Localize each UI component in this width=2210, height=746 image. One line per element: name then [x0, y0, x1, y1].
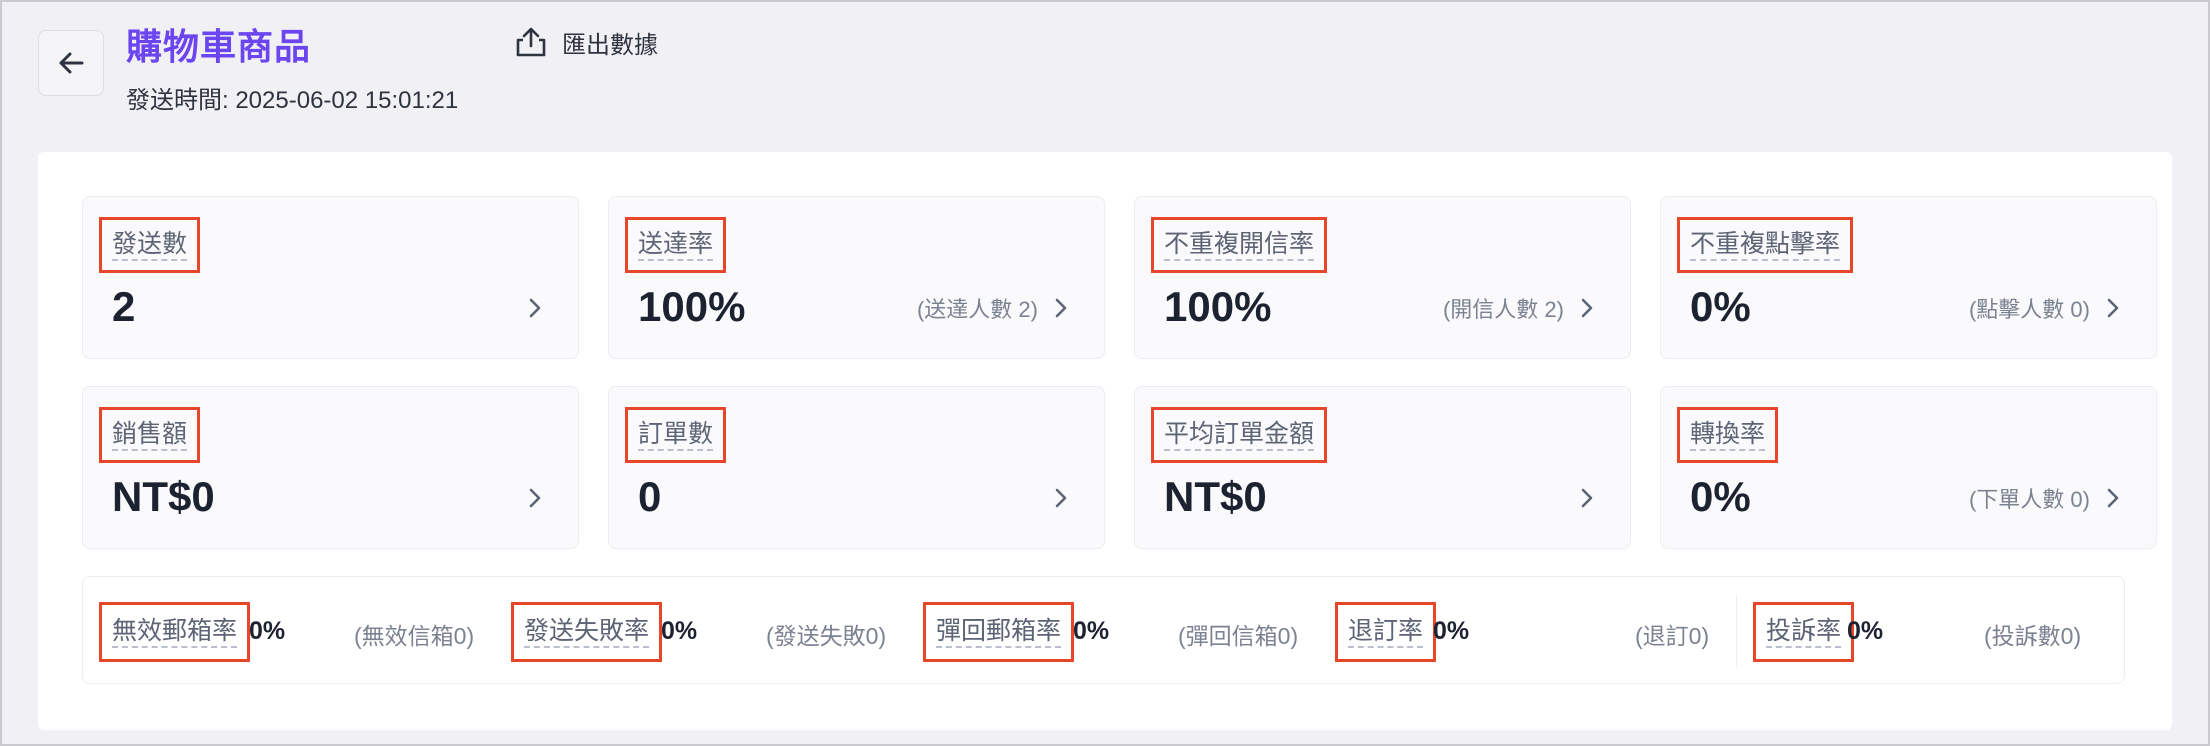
rate-sub: (退訂0)	[1635, 623, 1710, 649]
metric-value: 0%	[1690, 283, 1751, 330]
metric-value: 100%	[1164, 283, 1272, 330]
page-title: 購物車商品	[126, 26, 312, 67]
chevron-right-icon	[1581, 488, 1593, 508]
rate-sub: (投訴數0)	[1984, 623, 2082, 649]
metric-label: 訂單數	[625, 407, 727, 463]
rate-sub: (發送失敗0)	[766, 623, 887, 649]
chevron-right-icon	[1055, 298, 1067, 318]
rate-label-bounce: 彈回郵箱率	[923, 602, 1075, 662]
metric-sub: (送達人數 2)	[916, 297, 1038, 322]
page-header: 購物車商品 發送時間: 2025-06-02 15:01:21 匯出數據	[2, 2, 2208, 152]
export-data-button[interactable]: 匯出數據	[514, 24, 658, 60]
send-time: 發送時間: 2025-06-02 15:01:21	[126, 87, 459, 114]
rate-sub: (彈回信箱0)	[1178, 623, 1299, 649]
metric-label: 銷售額	[99, 407, 201, 463]
stats-panel: 發送數 2 送達率 100% (送達人數 2) 不重複開信率 100% (開信人…	[38, 152, 2172, 730]
metric-card-order-count[interactable]: 訂單數 0	[608, 386, 1105, 549]
secondary-rates-row: 無效郵箱率 0% (無效信箱0) 發送失敗率 0% (發送失敗0) 彈回郵箱率 …	[82, 576, 2125, 684]
arrow-left-icon	[59, 52, 84, 74]
rate-value: 0%	[1073, 617, 1110, 645]
metric-card-average-order-value[interactable]: 平均訂單金額 NT$0	[1134, 386, 1631, 549]
rate-value: 0%	[661, 617, 698, 645]
metric-label: 不重複點擊率	[1677, 217, 1854, 273]
metric-value: 0	[638, 473, 662, 520]
rate-value: 0%	[1433, 617, 1470, 645]
rate-sub: (無效信箱0)	[354, 623, 475, 649]
metric-value: 0%	[1690, 473, 1751, 520]
metric-label: 發送數	[99, 217, 201, 273]
divider	[1736, 595, 1737, 667]
metric-value: NT$0	[1164, 473, 1267, 520]
metric-label: 平均訂單金額	[1151, 407, 1328, 463]
metric-sub: (點擊人數 0)	[1968, 297, 2090, 322]
metric-value: NT$0	[112, 473, 215, 520]
chevron-right-icon	[1581, 298, 1593, 318]
metric-card-unique-open-rate[interactable]: 不重複開信率 100% (開信人數 2)	[1134, 196, 1631, 359]
export-label: 匯出數據	[562, 31, 658, 59]
metric-card-conversion-rate[interactable]: 轉換率 0% (下單人數 0)	[1660, 386, 2157, 549]
rate-label-invalid-email: 無效郵箱率	[99, 602, 251, 662]
metric-label: 轉換率	[1677, 407, 1779, 463]
chevron-right-icon	[529, 298, 541, 318]
chevron-right-icon	[529, 488, 541, 508]
metric-label: 送達率	[625, 217, 727, 273]
rate-label-unsubscribe: 退訂率	[1335, 602, 1437, 662]
metric-card-delivery-rate[interactable]: 送達率 100% (送達人數 2)	[608, 196, 1105, 359]
rate-value: 0%	[249, 617, 286, 645]
rate-value: 0%	[1847, 617, 1884, 645]
rate-label-send-failure: 發送失敗率	[511, 602, 663, 662]
metric-value: 2	[112, 283, 136, 330]
rate-label-complaint: 投訴率	[1753, 602, 1855, 662]
metric-value: 100%	[638, 283, 746, 330]
metric-sub: (開信人數 2)	[1442, 297, 1564, 322]
back-button[interactable]	[38, 30, 104, 96]
metric-card-sales[interactable]: 銷售額 NT$0	[82, 386, 579, 549]
metric-card-unique-click-rate[interactable]: 不重複點擊率 0% (點擊人數 0)	[1660, 196, 2157, 359]
chevron-right-icon	[2107, 488, 2119, 508]
chevron-right-icon	[2107, 298, 2119, 318]
export-icon	[516, 27, 546, 57]
metric-card-send-count[interactable]: 發送數 2	[82, 196, 579, 359]
metric-sub: (下單人數 0)	[1968, 487, 2090, 512]
chevron-right-icon	[1055, 488, 1067, 508]
metric-label: 不重複開信率	[1151, 217, 1328, 273]
